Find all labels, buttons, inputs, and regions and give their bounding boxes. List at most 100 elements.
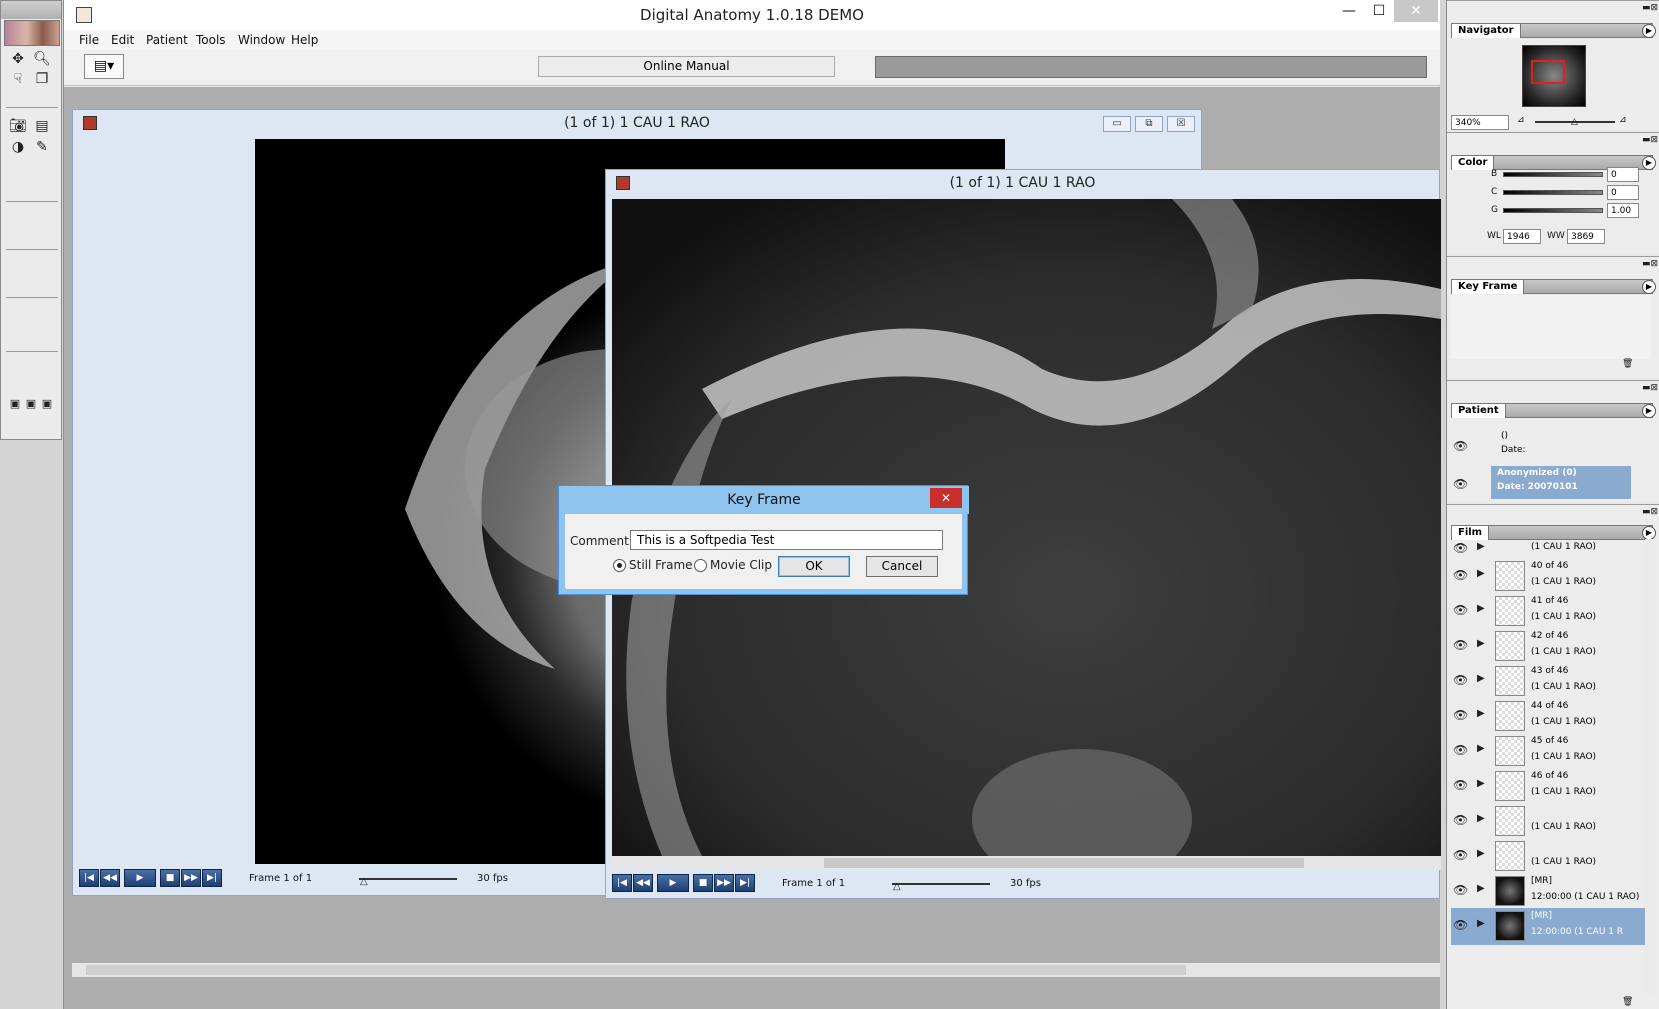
close-button[interactable]: ✕ xyxy=(1394,0,1438,22)
pointer-move-icon[interactable]: ✥ xyxy=(7,49,29,69)
contrast-field[interactable]: 0 xyxy=(1607,185,1639,200)
still-frame-label[interactable]: Still Frame xyxy=(629,558,693,572)
patient-tab[interactable]: Patient xyxy=(1451,403,1506,418)
fps-slider[interactable] xyxy=(359,878,457,880)
film-tab[interactable]: Film xyxy=(1451,525,1490,540)
play-icon[interactable]: ▶ xyxy=(1477,603,1485,614)
window-close-button[interactable]: ☒ xyxy=(1167,116,1195,132)
title-bar[interactable]: Digital Anatomy 1.0.18 DEMO — ☐ ✕ xyxy=(64,0,1440,30)
fps-slider[interactable] xyxy=(892,883,990,885)
play-icon[interactable]: ▶ xyxy=(1477,813,1485,824)
rewind-button[interactable]: ◀◀ xyxy=(633,874,653,892)
eye-icon[interactable]: 👁︎ xyxy=(1453,883,1468,897)
new-document-dropdown[interactable]: ▤▾ xyxy=(84,54,124,79)
hand-pan-icon[interactable]: ☟ xyxy=(7,69,29,89)
film-thumbnail[interactable] xyxy=(1495,841,1525,871)
wl-field[interactable]: 1946 xyxy=(1503,229,1541,244)
fps-slider-thumb[interactable]: △ xyxy=(893,881,901,892)
eye-icon[interactable]: 👁︎ xyxy=(1453,638,1468,652)
gamma-slider[interactable] xyxy=(1503,208,1603,213)
play-icon[interactable]: ▶ xyxy=(1477,708,1485,719)
play-button[interactable]: ▶ xyxy=(657,874,689,892)
play-button[interactable]: ▶ xyxy=(124,869,156,887)
scrollbar-thumb[interactable] xyxy=(824,858,1304,868)
film-row[interactable]: 👁︎ ▶ 40 of 46 (1 CAU 1 RAO) xyxy=(1451,558,1651,595)
film-thumbnail[interactable] xyxy=(1495,736,1525,766)
menu-help[interactable]: Help xyxy=(291,33,318,47)
menu-window[interactable]: Window xyxy=(238,33,285,47)
film-row-partial[interactable]: 👁︎ ▶ (1 CAU 1 RAO) xyxy=(1451,539,1651,557)
film-row[interactable]: 👁︎ ▶ (1 CAU 1 RAO) xyxy=(1451,838,1651,875)
film-thumbnail[interactable] xyxy=(1495,771,1525,801)
brightness-field[interactable]: 0 xyxy=(1607,167,1639,182)
navigator-viewport-rect[interactable] xyxy=(1531,60,1565,84)
fps-slider-thumb[interactable]: △ xyxy=(360,876,368,887)
menu-file[interactable]: File xyxy=(79,33,99,47)
last-frame-button[interactable]: ▶| xyxy=(202,869,222,887)
cancel-button[interactable]: Cancel xyxy=(866,556,938,577)
play-icon[interactable]: ▶ xyxy=(1477,848,1485,859)
window-restore-button[interactable]: ⧉ xyxy=(1135,116,1163,132)
eye-icon[interactable]: 👁︎ xyxy=(1453,673,1468,687)
film-row[interactable]: 👁︎ ▶ [MR] 12:00:00 (1 CAU 1 R xyxy=(1451,908,1651,945)
menu-tools[interactable]: Tools xyxy=(196,33,226,47)
tool-palette-header[interactable] xyxy=(1,1,61,19)
workspace-horizontal-scrollbar[interactable] xyxy=(72,963,1440,977)
navigator-tab[interactable]: Navigator xyxy=(1451,23,1521,38)
panel-minimize-icon[interactable]: ▬⊠ xyxy=(1634,507,1658,519)
online-manual-button[interactable]: Online Manual xyxy=(538,56,835,77)
patient-row-selected[interactable]: Anonymized (0) Date: 20070101 xyxy=(1491,466,1631,499)
dialog-close-button[interactable]: ✕ xyxy=(930,488,962,508)
eye-icon[interactable]: 👁︎ xyxy=(1453,848,1468,862)
film-row[interactable]: 👁︎ ▶ 41 of 46 (1 CAU 1 RAO) xyxy=(1451,593,1651,630)
first-frame-button[interactable]: |◀ xyxy=(79,869,99,887)
patient-row[interactable]: 👁︎ () Date: xyxy=(1451,429,1651,462)
zoom-out-icon[interactable]: ⊿ xyxy=(1517,115,1525,125)
stop-button[interactable]: ■ xyxy=(693,874,713,892)
play-icon[interactable]: ▶ xyxy=(1477,883,1485,894)
ww-field[interactable]: 3869 xyxy=(1567,229,1605,244)
eyedropper-icon[interactable]: ✎ xyxy=(31,137,53,157)
eye-icon[interactable]: 👁︎ xyxy=(1453,813,1468,827)
document-icon[interactable]: ▤ xyxy=(31,116,53,136)
comment-input[interactable]: This is a Softpedia Test xyxy=(630,530,943,550)
layout-3-icon[interactable]: ▣ xyxy=(39,393,55,413)
first-frame-button[interactable]: |◀ xyxy=(612,874,632,892)
film-thumbnail[interactable] xyxy=(1495,631,1525,661)
play-icon[interactable]: ▶ xyxy=(1477,568,1485,579)
zoom-icon[interactable]: 🔍︎ xyxy=(31,49,53,69)
panel-minimize-icon[interactable]: ▬⊠ xyxy=(1634,259,1658,271)
contrast-icon[interactable]: ◑ xyxy=(7,137,29,157)
play-icon[interactable]: ▶ xyxy=(1477,541,1485,552)
play-icon[interactable]: ▶ xyxy=(1477,743,1485,754)
key-frame-list[interactable] xyxy=(1451,295,1651,359)
layers-icon[interactable]: ❐ xyxy=(31,69,53,89)
camera-icon[interactable]: 📷︎ xyxy=(7,116,29,136)
film-row[interactable]: 👁︎ ▶ 45 of 46 (1 CAU 1 RAO) xyxy=(1451,733,1651,770)
film-scrollbar[interactable] xyxy=(1645,539,1657,994)
eye-icon[interactable]: 👁︎ xyxy=(1453,477,1468,491)
fast-forward-button[interactable]: ▶▶ xyxy=(181,869,201,887)
brightness-slider[interactable] xyxy=(1503,172,1603,177)
film-thumbnail[interactable] xyxy=(1495,561,1525,591)
zoom-in-icon[interactable]: ⊿ xyxy=(1619,115,1627,125)
scrollbar-thumb[interactable] xyxy=(86,965,1186,975)
film-thumbnail[interactable] xyxy=(1495,806,1525,836)
layout-2-icon[interactable]: ▣ xyxy=(23,393,39,413)
film-row[interactable]: 👁︎ ▶ [MR] 12:00:00 (1 CAU 1 RAO) xyxy=(1451,873,1651,910)
eye-icon[interactable]: 👁︎ xyxy=(1453,568,1468,582)
rewind-button[interactable]: ◀◀ xyxy=(100,869,120,887)
movie-clip-radio[interactable] xyxy=(694,559,707,572)
eye-icon[interactable]: 👁︎ xyxy=(1453,743,1468,757)
zoom-field[interactable]: 340% xyxy=(1451,115,1509,130)
panel-menu-icon[interactable]: ▶ xyxy=(1642,24,1656,38)
stop-button[interactable]: ■ xyxy=(160,869,180,887)
film-thumbnail[interactable] xyxy=(1495,876,1525,906)
movie-clip-label[interactable]: Movie Clip xyxy=(710,558,772,572)
ok-button[interactable]: OK xyxy=(778,556,850,577)
window-minimize-button[interactable]: ▭ xyxy=(1103,116,1131,132)
eye-icon[interactable]: 👁︎ xyxy=(1453,541,1468,555)
gamma-field[interactable]: 1.00 xyxy=(1607,203,1639,218)
zoom-slider-thumb[interactable]: △ xyxy=(1571,117,1578,127)
panel-menu-icon[interactable]: ▶ xyxy=(1642,156,1656,170)
